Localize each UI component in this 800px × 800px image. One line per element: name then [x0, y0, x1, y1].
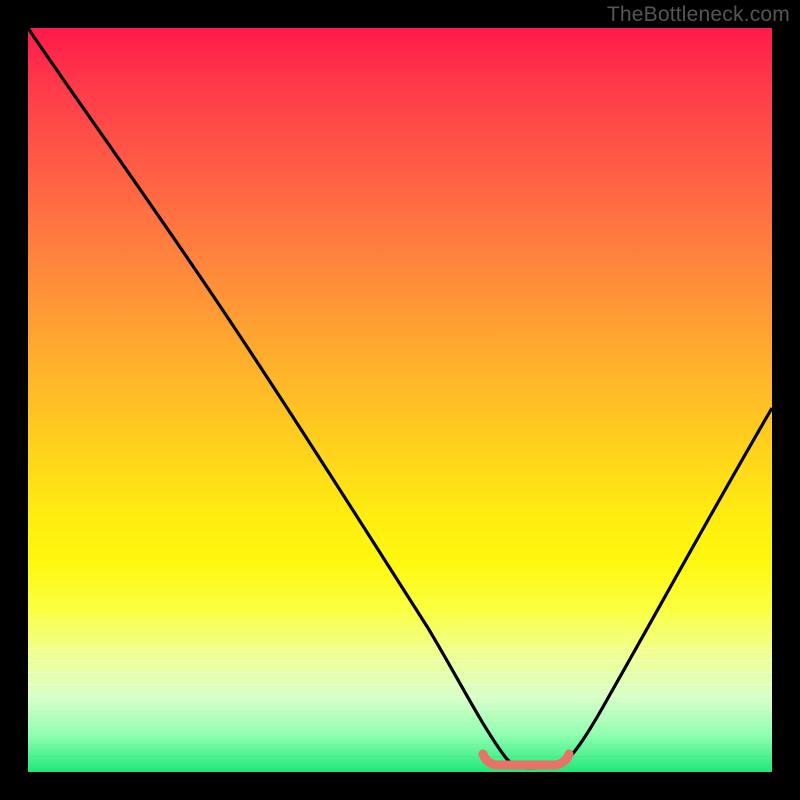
chart-plot-area	[28, 28, 772, 772]
optimal-zone-marker	[483, 754, 569, 765]
watermark-text: TheBottleneck.com	[607, 3, 790, 27]
chart-svg	[28, 28, 772, 772]
bottleneck-curve-path	[28, 28, 772, 768]
